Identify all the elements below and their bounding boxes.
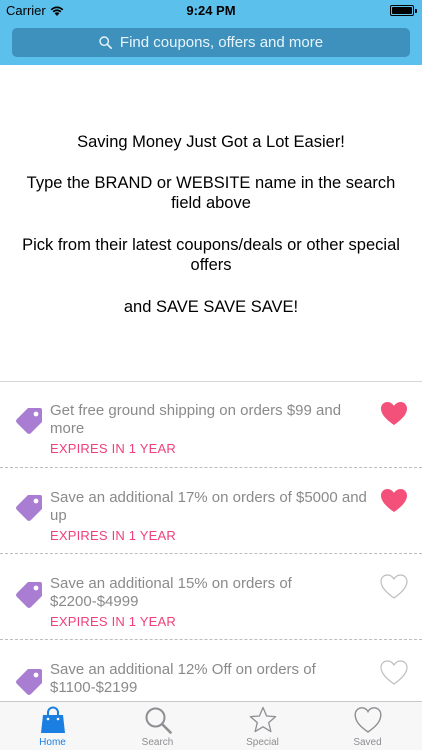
search-placeholder: Find coupons, offers and more <box>119 34 324 51</box>
heart-outline-icon[interactable] <box>380 660 408 686</box>
coupon-expires: EXPIRES IN 1 YEAR <box>50 528 176 543</box>
tab-bar: Home Search Special Saved <box>0 701 422 750</box>
coupon-item[interactable]: Save an additional 17% on orders of $500… <box>0 468 422 554</box>
tab-search[interactable]: Search <box>105 702 210 750</box>
coupon-text: Save an additional 12% Off on orders of … <box>50 661 316 696</box>
battery-icon <box>390 5 417 16</box>
intro-line-4: and SAVE SAVE SAVE! <box>123 298 299 316</box>
shopping-bag-icon <box>41 706 65 733</box>
intro-line-3: Pick from their latest coupons/deals or … <box>22 236 400 274</box>
search-header: Find coupons, offers and more <box>0 22 422 65</box>
tab-label: Home <box>39 737 66 748</box>
heart-filled-icon[interactable] <box>380 488 408 514</box>
coupon-text: Get free ground shipping on orders $99 a… <box>50 402 342 437</box>
coupon-item[interactable]: Save an additional 15% on orders of $220… <box>0 554 422 640</box>
coupon-text: Save an additional 17% on orders of $500… <box>50 489 367 524</box>
coupon-text: Save an additional 15% on orders of $220… <box>50 575 292 610</box>
search-icon <box>99 36 112 49</box>
tag-icon <box>16 582 42 608</box>
coupon-item[interactable]: Get free ground shipping on orders $99 a… <box>0 382 422 468</box>
tab-home[interactable]: Home <box>0 702 105 750</box>
status-bar: Carrier 9:24 PM <box>0 0 422 22</box>
coupon-item[interactable]: Save an additional 12% Off on orders of … <box>0 640 422 701</box>
intro-message: Saving Money Just Got a Lot Easier! Type… <box>0 65 422 381</box>
search-icon <box>145 707 172 734</box>
heart-filled-icon[interactable] <box>380 401 408 427</box>
star-icon <box>249 706 277 733</box>
coupon-expires: EXPIRES IN 1 YEAR <box>50 441 176 456</box>
tab-label: Special <box>246 737 279 748</box>
tag-icon <box>16 408 42 434</box>
tag-icon <box>16 669 42 695</box>
status-time: 9:24 PM <box>186 3 236 18</box>
intro-line-1: Saving Money Just Got a Lot Easier! <box>77 133 345 151</box>
tab-saved[interactable]: Saved <box>315 702 420 750</box>
search-input[interactable]: Find coupons, offers and more <box>12 28 410 57</box>
intro-line-2: Type the BRAND or WEBSITE name in the se… <box>26 174 396 212</box>
coupon-expires: EXPIRES IN 1 YEAR <box>50 614 176 629</box>
tag-icon <box>16 495 42 521</box>
heart-outline-icon[interactable] <box>380 574 408 600</box>
tab-special[interactable]: Special <box>210 702 315 750</box>
heart-icon <box>354 707 382 733</box>
tab-label: Saved <box>353 737 382 748</box>
tab-label: Search <box>141 737 174 748</box>
